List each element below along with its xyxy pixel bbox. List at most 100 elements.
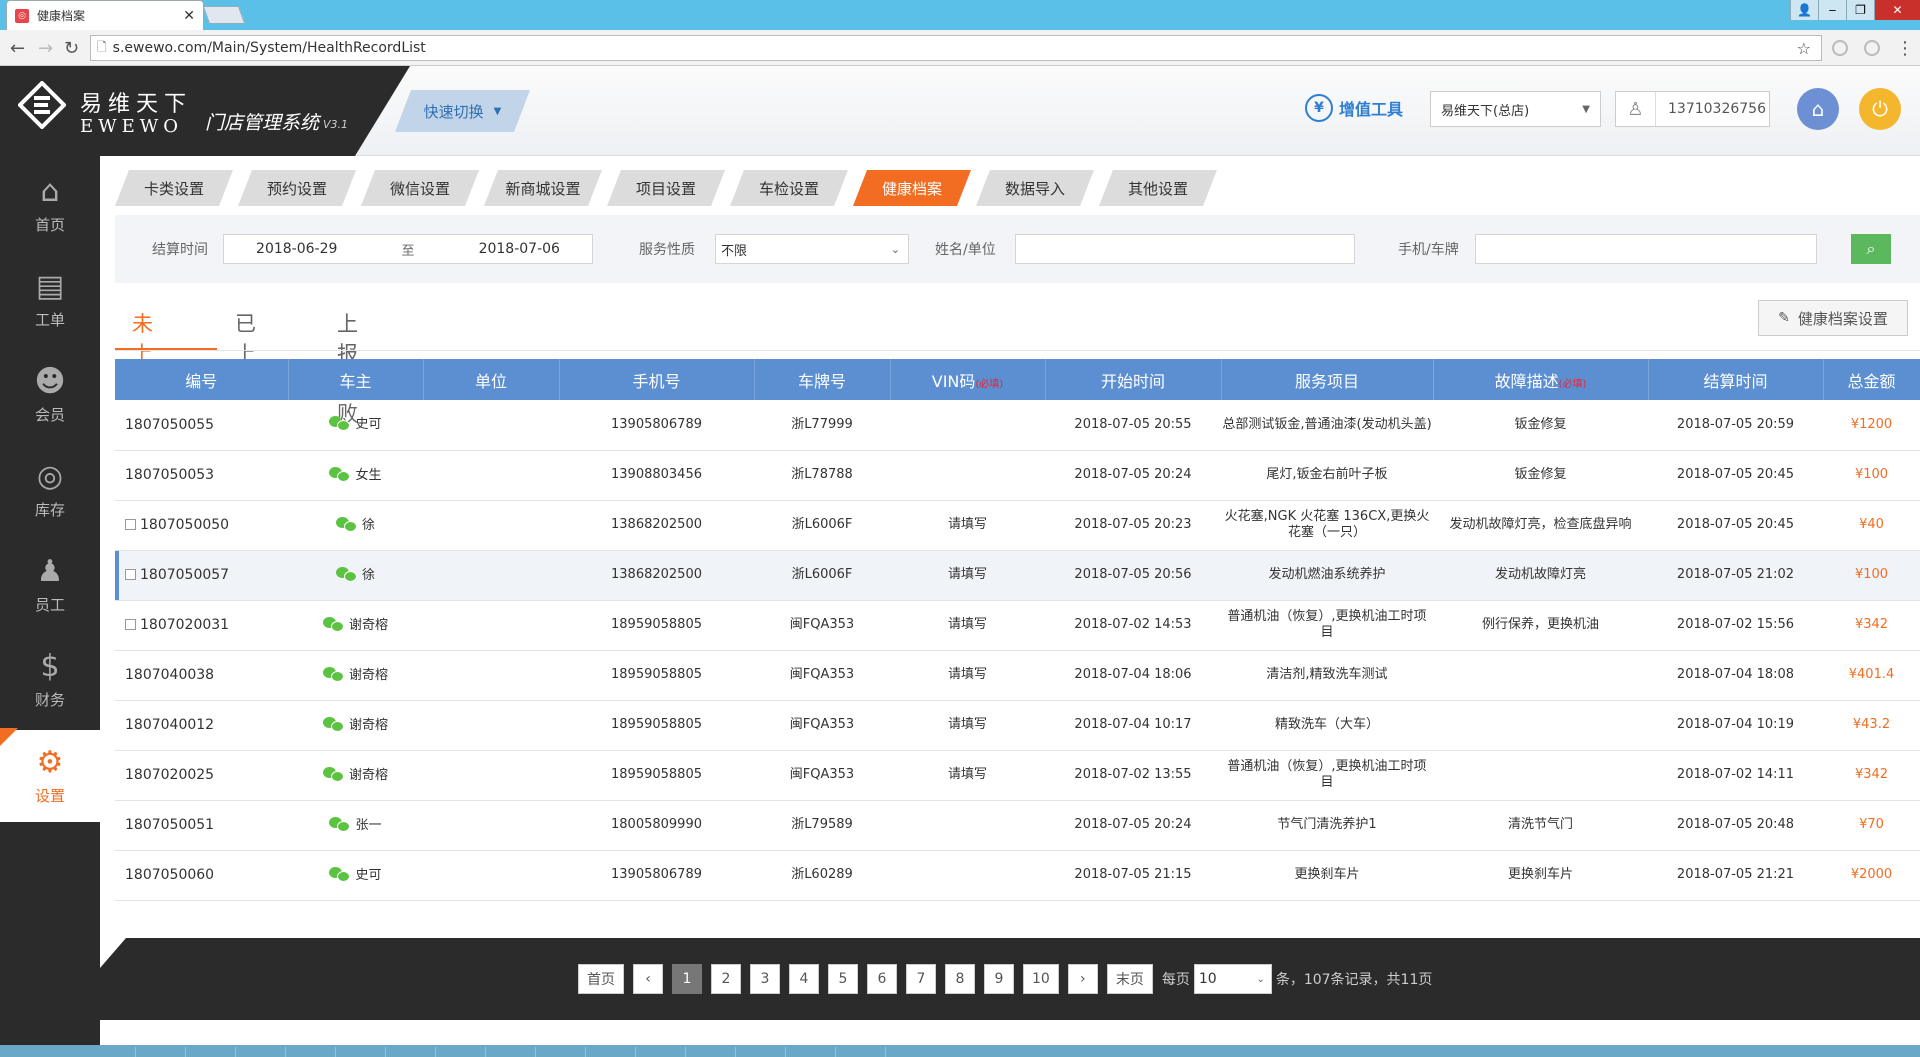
table-row[interactable]: 1807050055 史可 13905806789 浙L77999 2018-07-05… xyxy=(115,400,1920,451)
restore-icon[interactable]: ❐ xyxy=(1846,0,1874,20)
sidebar-item-staff[interactable]: ♟ 员工 xyxy=(0,540,100,630)
table-row[interactable]: 1807050053 女生 13908803456 浙L78788 2018-07-05… xyxy=(115,450,1920,501)
taskbar-item[interactable] xyxy=(135,1047,179,1057)
prev-page-button[interactable]: ‹ xyxy=(633,964,663,994)
sidebar-item-finance[interactable]: $ 财务 xyxy=(0,635,100,725)
extension-icon[interactable] xyxy=(1832,40,1848,56)
url-input[interactable]: 🗋 s.ewewo.com/Main/System/HealthRecordLi… xyxy=(90,35,1822,61)
taskbar-item[interactable] xyxy=(235,1047,279,1057)
sidebar-item-home[interactable]: ⌂ 首页 xyxy=(0,160,100,250)
cell-vin[interactable]: 请填写 xyxy=(890,700,1045,751)
date-from[interactable]: 2018-06-29 xyxy=(256,241,337,257)
taskbar-item[interactable] xyxy=(785,1047,829,1057)
tab-appointment-settings[interactable]: 预约设置 xyxy=(238,170,356,206)
table-row[interactable]: 1807050051 张一 18005809990 浙L79589 2018-07-05… xyxy=(115,800,1920,851)
page-button[interactable]: 7 xyxy=(906,964,936,994)
bookmark-star-icon[interactable]: ☆ xyxy=(1797,39,1811,58)
page-button[interactable]: 10 xyxy=(1023,964,1059,994)
table-row[interactable]: 1807050057 徐 13868202500 浙L6006F 请填写 2018-07-… xyxy=(115,550,1920,601)
table-row[interactable]: 1807040038 谢奇榕 18959058805 闽FQA353 请填写 2018-0… xyxy=(115,650,1920,701)
table-row[interactable]: 1807040012 谢奇榕 18959058805 闽FQA353 请填写 2018-0… xyxy=(115,700,1920,751)
owner-name[interactable]: 谢奇榕 xyxy=(349,668,388,683)
taskbar-item[interactable] xyxy=(485,1047,529,1057)
value-added-tools-link[interactable]: ¥ 增值工具 xyxy=(1305,94,1403,122)
taskbar-item[interactable] xyxy=(535,1047,579,1057)
service-type-select[interactable]: 不限 ⌄ xyxy=(715,234,909,264)
taskbar-item[interactable] xyxy=(835,1047,879,1057)
page-button[interactable]: 1 xyxy=(672,964,702,994)
taskbar-item[interactable] xyxy=(735,1047,779,1057)
owner-name[interactable]: 女生 xyxy=(355,468,381,483)
logout-button[interactable]: ⏻ xyxy=(1859,88,1901,130)
browser-tab[interactable]: ◎ 健康档案 ✕ xyxy=(6,0,204,30)
search-button[interactable]: ⌕ xyxy=(1851,234,1891,264)
cell-vin[interactable]: 请填写 xyxy=(890,650,1045,701)
sidebar-item-work-order[interactable]: ▤ 工单 xyxy=(0,255,100,345)
close-window-icon[interactable]: ✕ xyxy=(1874,0,1920,20)
cell-vin[interactable]: 请填写 xyxy=(890,600,1045,651)
page-button[interactable]: 4 xyxy=(789,964,819,994)
taskbar-item[interactable] xyxy=(385,1047,429,1057)
cell-vin[interactable]: 请填写 xyxy=(890,750,1045,801)
tab-inspection-settings[interactable]: 车检设置 xyxy=(730,170,848,206)
cell-vin[interactable] xyxy=(890,800,1045,851)
user-profile-icon[interactable]: 👤 xyxy=(1790,0,1818,20)
tab-new-mall-settings[interactable]: 新商城设置 xyxy=(484,170,602,206)
next-page-button[interactable]: › xyxy=(1067,964,1098,994)
home-button[interactable]: ⌂ xyxy=(1797,88,1839,130)
row-checkbox[interactable] xyxy=(125,569,136,580)
page-button[interactable]: 6 xyxy=(867,964,897,994)
table-row[interactable]: 1807050060 史可 13905806789 浙L60289 2018-07-05… xyxy=(115,850,1920,901)
phone-plate-input[interactable] xyxy=(1475,234,1817,264)
close-tab-icon[interactable]: ✕ xyxy=(183,8,195,24)
menu-icon[interactable]: ⋮ xyxy=(1896,38,1914,59)
tab-other-settings[interactable]: 其他设置 xyxy=(1099,170,1217,206)
cell-vin[interactable]: 请填写 xyxy=(890,500,1045,551)
date-to[interactable]: 2018-07-06 xyxy=(479,241,560,257)
tab-data-import[interactable]: 数据导入 xyxy=(976,170,1094,206)
taskbar-item[interactable] xyxy=(185,1047,229,1057)
owner-name[interactable]: 谢奇榕 xyxy=(349,618,388,633)
page-button[interactable]: 9 xyxy=(984,964,1014,994)
taskbar-item[interactable] xyxy=(585,1047,629,1057)
store-select[interactable]: 易维天下(总店) ▼ xyxy=(1430,91,1601,127)
owner-name[interactable]: 徐 xyxy=(362,518,375,533)
page-button[interactable]: 2 xyxy=(711,964,741,994)
taskbar-item[interactable] xyxy=(885,1047,929,1057)
row-checkbox[interactable] xyxy=(125,619,136,630)
table-row[interactable]: 1807020031 谢奇榕 18959058805 闽FQA353 请填写 2018-0… xyxy=(115,600,1920,651)
page-button[interactable]: 8 xyxy=(945,964,975,994)
owner-name[interactable]: 谢奇榕 xyxy=(349,718,388,733)
tab-project-settings[interactable]: 项目设置 xyxy=(607,170,725,206)
owner-name[interactable]: 史可 xyxy=(355,417,381,432)
tab-wechat-settings[interactable]: 微信设置 xyxy=(361,170,479,206)
cell-vin[interactable] xyxy=(890,400,1045,451)
sidebar-item-member[interactable]: ☻ 会员 xyxy=(0,350,100,440)
per-page-select[interactable]: 10 ⌄ xyxy=(1193,964,1272,994)
row-checkbox[interactable] xyxy=(125,519,136,530)
sidebar-item-inventory[interactable]: ◎ 库存 xyxy=(0,445,100,535)
tab-card-settings[interactable]: 卡类设置 xyxy=(115,170,233,206)
taskbar-item[interactable] xyxy=(285,1047,329,1057)
logo[interactable]: 易维天下 EWEWO 门店管理系统 V3.1 xyxy=(0,66,410,156)
cell-vin[interactable]: 请填写 xyxy=(890,550,1045,601)
taskbar-item[interactable] xyxy=(635,1047,679,1057)
first-page-button[interactable]: 首页 xyxy=(578,964,624,994)
new-tab-button[interactable] xyxy=(202,6,246,24)
name-unit-input[interactable] xyxy=(1015,234,1355,264)
minimize-icon[interactable]: ‒ xyxy=(1818,0,1846,20)
table-row[interactable]: 1807020025 谢奇榕 18959058805 闽FQA353 请填写 2018-0… xyxy=(115,750,1920,801)
table-row[interactable]: 1807050050 徐 13868202500 浙L6006F 请填写 2018-07-… xyxy=(115,500,1920,551)
reload-icon[interactable]: ↻ xyxy=(64,38,79,59)
cell-vin[interactable] xyxy=(890,450,1045,501)
quick-switch-button[interactable]: 快速切换 ▼ xyxy=(395,90,530,132)
page-button[interactable]: 3 xyxy=(750,964,780,994)
last-page-button[interactable]: 末页 xyxy=(1106,964,1153,994)
date-range-input[interactable]: 2018-06-29 至 2018-07-06 xyxy=(223,234,593,264)
page-button[interactable]: 5 xyxy=(828,964,858,994)
user-account[interactable]: ♙ 13710326756 xyxy=(1615,91,1770,127)
taskbar-item[interactable] xyxy=(685,1047,729,1057)
page-info-icon[interactable]: 🗋 xyxy=(97,38,107,59)
owner-name[interactable]: 张一 xyxy=(355,818,381,833)
taskbar-item[interactable] xyxy=(335,1047,379,1057)
